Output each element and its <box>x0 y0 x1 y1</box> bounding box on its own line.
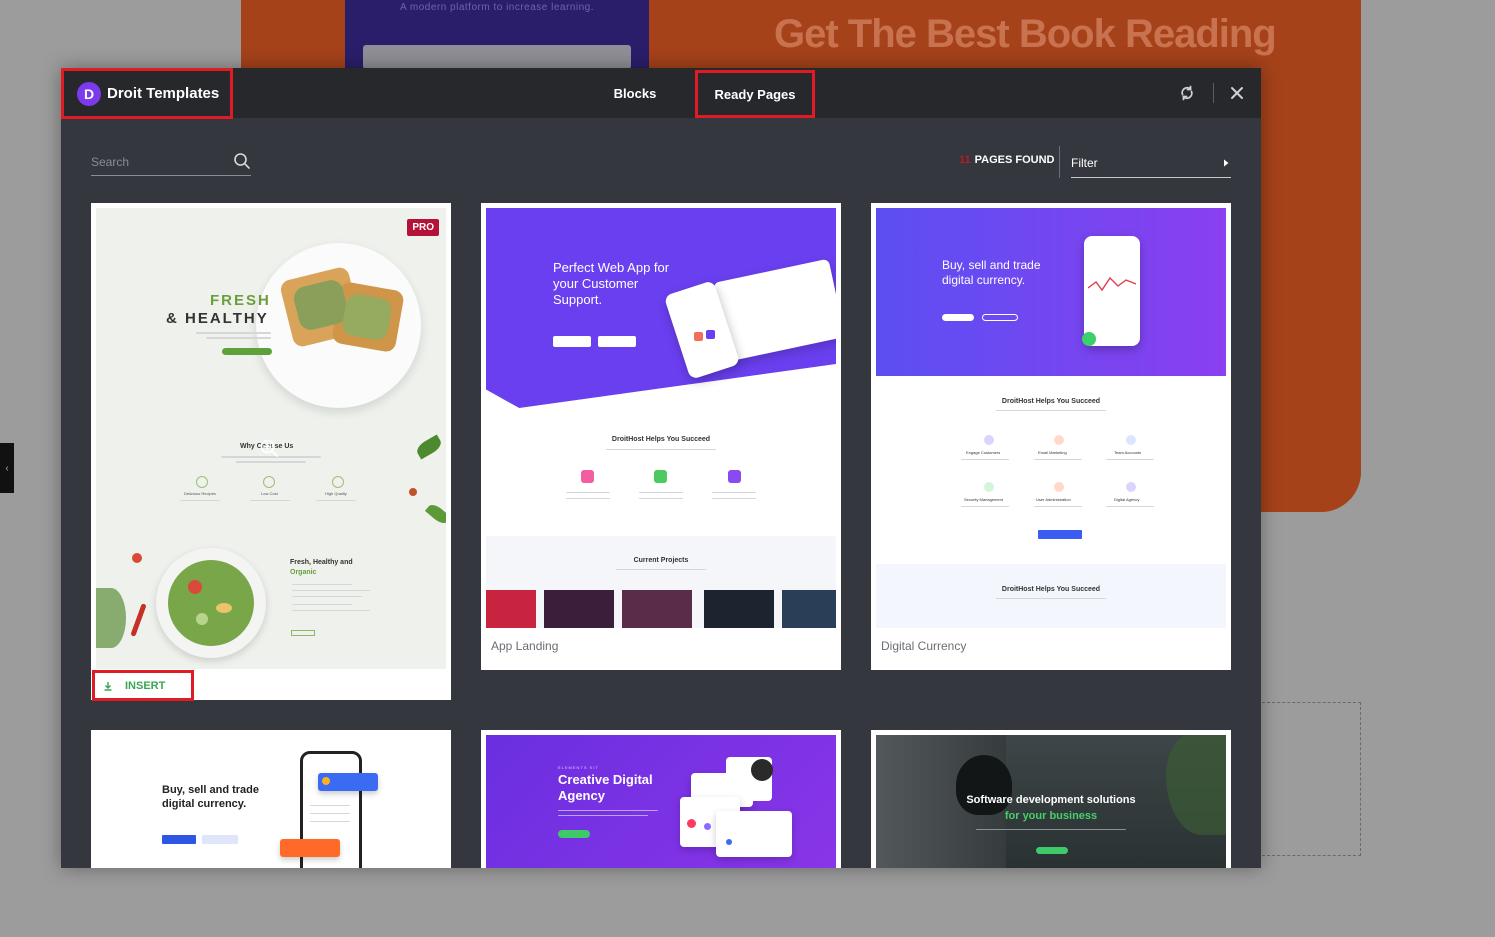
brand: D Droit Templates <box>61 68 233 119</box>
background-promo-box: A modern platform to increase learning. <box>345 0 649 70</box>
thumb-feature: Engage Customers <box>966 450 1001 455</box>
background-heading: Get The Best Book Reading <box>774 12 1277 56</box>
pages-found-count: 11 <box>959 154 971 166</box>
header-divider <box>1213 83 1214 103</box>
insert-label: INSERT <box>125 679 166 692</box>
thumb-hero: Buy, sell and trade digital currency. <box>162 784 259 810</box>
thumb-hero: Software development solutions <box>966 794 1136 806</box>
modal-header: D Droit Templates Blocks Ready Pages <box>61 68 1261 119</box>
thumb-feature: High Quality <box>325 491 347 496</box>
thumb-feature: Low Cost <box>261 491 278 496</box>
pages-found: 11 PAGES FOUND <box>959 152 1055 168</box>
thumb-hero-highlight: for your business <box>1004 810 1098 822</box>
thumb-heading-2: & HEALTHY <box>166 310 269 327</box>
template-card[interactable]: Software development solutions for your … <box>871 730 1231 868</box>
template-thumbnail: Buy, sell and trade digital currency. Dr… <box>876 208 1226 628</box>
thumb-feature: Digital Agency <box>1114 497 1140 502</box>
thumb-feature: User Administration <box>1036 497 1071 502</box>
template-card[interactable]: FRESH & HEALTHY Why Choose Us Delicious … <box>91 203 451 701</box>
background-promo-bar <box>363 45 631 69</box>
thumb-feature: Team Accounts <box>1114 450 1142 455</box>
filter-label: Filter <box>1071 155 1098 170</box>
close-icon <box>1231 87 1243 99</box>
chart-line-icon <box>1088 276 1136 292</box>
background-promo-text: A modern platform to increase learning. <box>399 2 595 13</box>
brand-title: Droit Templates <box>107 85 220 102</box>
search-icon[interactable] <box>233 152 251 170</box>
template-thumbnail: Software development solutions for your … <box>876 735 1226 868</box>
template-thumbnail: Perfect Web App for your Customer Suppor… <box>486 208 836 628</box>
pages-found-label: PAGES FOUND <box>974 154 1055 166</box>
tab-blocks[interactable]: Blocks <box>601 68 669 118</box>
insert-button[interactable]: INSERT <box>92 670 194 701</box>
thumb-hero: Buy, sell and trade digital currency. <box>942 258 1041 287</box>
template-card[interactable]: Perfect Web App for your Customer Suppor… <box>481 203 841 670</box>
thumb-heading-1: FRESH <box>210 292 271 309</box>
thumb-hero: Creative Digital Agency <box>558 772 653 803</box>
caret-right-icon <box>1224 159 1229 166</box>
template-card[interactable]: ELEMENTS KIT Creative Digital Agency <box>481 730 841 868</box>
thumb-section-title: DroitHost Helps You Succeed <box>1001 398 1101 405</box>
template-thumbnail: ELEMENTS KIT Creative Digital Agency <box>486 735 836 868</box>
sync-icon <box>1181 85 1193 101</box>
thumb-projects-title: Current Projects <box>633 557 689 564</box>
thumb-eyebrow: ELEMENTS KIT <box>558 765 599 770</box>
chevron-left-icon: ‹ <box>5 462 9 474</box>
filter-dropdown[interactable]: Filter <box>1071 148 1231 178</box>
pro-badge: PRO <box>407 219 439 236</box>
template-card[interactable]: Buy, sell and trade digital currency. <box>91 730 451 868</box>
thumb-feature: Email Marketing <box>1038 450 1067 455</box>
filter-divider <box>1059 146 1060 178</box>
editor-panel-toggle[interactable]: ‹ <box>0 443 14 493</box>
template-title: Digital Currency <box>881 639 967 653</box>
template-thumbnail: Buy, sell and trade digital currency. <box>96 735 446 868</box>
zoom-in-icon[interactable] <box>259 438 279 458</box>
template-library-modal: D Droit Templates Blocks Ready Pages Sea… <box>61 68 1261 868</box>
background-dropzone <box>1262 702 1361 856</box>
droit-logo-icon: D <box>77 81 101 106</box>
tab-ready-pages[interactable]: Ready Pages <box>695 70 815 118</box>
thumb-section-title: DroitHost Helps You Succeed <box>611 436 711 443</box>
thumb-hero: Perfect Web App for your Customer Suppor… <box>553 260 670 307</box>
thumb-side-title-2: Organic <box>290 569 317 576</box>
thumb-feature: Security Management <box>964 497 1003 502</box>
search-box <box>91 148 251 176</box>
sync-button[interactable] <box>1174 80 1200 106</box>
thumb-feature: Delicious Recipes <box>184 491 216 496</box>
template-title: App Landing <box>491 639 559 653</box>
thumb-section-title: DroitHost Helps You Succeed <box>1001 586 1101 593</box>
download-icon <box>104 681 112 691</box>
template-card[interactable]: Buy, sell and trade digital currency. Dr… <box>871 203 1231 670</box>
search-input[interactable] <box>91 152 226 172</box>
close-button[interactable] <box>1224 80 1250 106</box>
thumb-side-title-1: Fresh, Healthy and <box>290 559 353 566</box>
